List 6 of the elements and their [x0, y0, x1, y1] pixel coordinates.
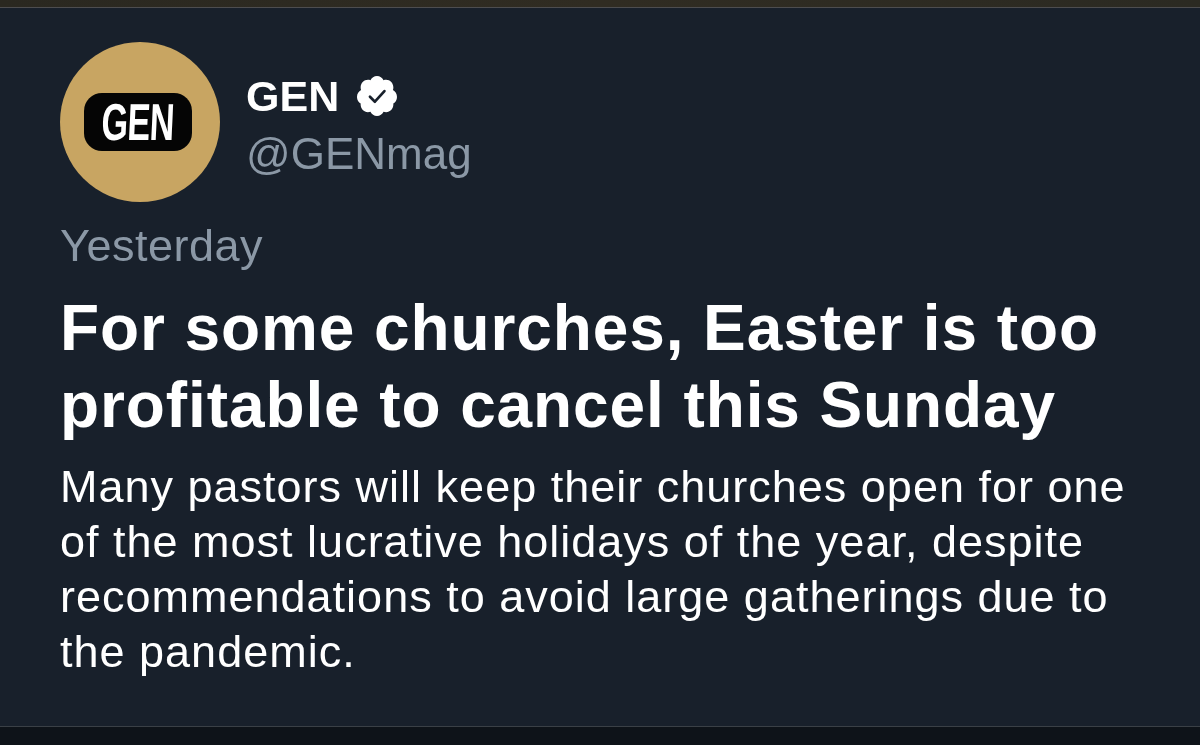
account-name: GEN: [246, 71, 340, 121]
post-time: Yesterday: [60, 219, 264, 273]
summary-text: Many pastors will keep their churches open for one of the most lucrative holidays of the year, despite recommendations to avoid large gatherings due to the pandemic.: [60, 460, 1127, 679]
headline: For some churches, Easter is too profitable to cancel this Sunday: [60, 291, 1100, 443]
account-handle: @GENmag: [246, 128, 472, 180]
logo: GEN: [84, 93, 192, 151]
